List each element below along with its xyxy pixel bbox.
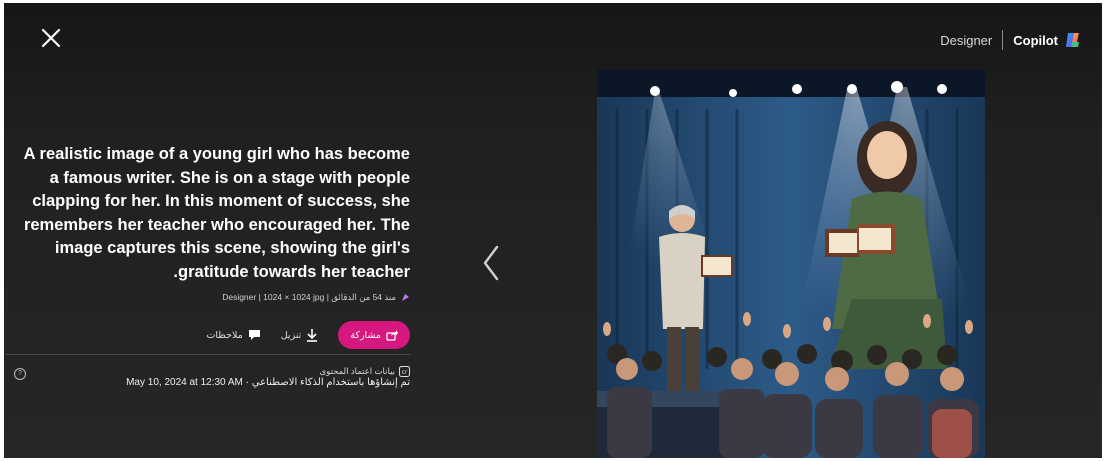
comment-icon xyxy=(248,330,260,340)
credentials-line: تم إنشاؤها باستخدام الذكاء الاصطناعي · M… xyxy=(126,377,410,388)
image-meta: منذ 54 من الدقائق | Designer | 1024 × 10… xyxy=(14,292,410,303)
previous-image-button[interactable] xyxy=(479,243,503,283)
close-icon xyxy=(41,28,61,48)
copilot-link[interactable]: Copilot xyxy=(1013,31,1082,49)
feedback-button[interactable]: ملاحظات xyxy=(206,329,260,341)
content-credentials: بيانات اعتماد المحتوى cr تم إنشاؤها باست… xyxy=(126,365,410,389)
download-label: تنزيل xyxy=(280,329,302,341)
action-bar: ملاحظات تنزيل مشاركة xyxy=(14,321,410,349)
meta-text: منذ 54 من الدقائق | Designer | 1024 × 10… xyxy=(222,292,396,302)
image-info-panel: A realistic image of a young girl who ha… xyxy=(14,143,410,349)
brand-bar: Designer Copilot xyxy=(940,29,1082,51)
chevron-left-icon xyxy=(483,245,499,281)
close-button[interactable] xyxy=(36,23,66,53)
designer-link[interactable]: Designer xyxy=(940,33,992,48)
generated-image-picture xyxy=(597,69,985,458)
feedback-label: ملاحظات xyxy=(206,329,243,341)
copilot-logo-icon xyxy=(1066,33,1079,47)
share-button[interactable]: مشاركة xyxy=(338,321,410,349)
credentials-title[interactable]: بيانات اعتماد المحتوى xyxy=(320,365,395,377)
prompt-text: A realistic image of a young girl who ha… xyxy=(23,145,410,281)
brand-separator xyxy=(1002,30,1004,50)
image-viewer: Designer Copilot A realistic image of a xyxy=(4,3,1102,458)
download-button[interactable]: تنزيل xyxy=(281,328,319,342)
designer-icon xyxy=(402,294,409,301)
panel-divider xyxy=(6,354,411,355)
content-credentials-icon: cr xyxy=(399,365,410,377)
share-icon xyxy=(386,329,398,341)
copilot-label: Copilot xyxy=(1013,32,1058,48)
svg-text:cr: cr xyxy=(402,369,408,376)
download-icon xyxy=(307,329,318,342)
share-label: مشاركة xyxy=(350,329,381,341)
help-icon[interactable]: ? xyxy=(14,368,26,380)
generated-image[interactable] xyxy=(597,69,985,458)
